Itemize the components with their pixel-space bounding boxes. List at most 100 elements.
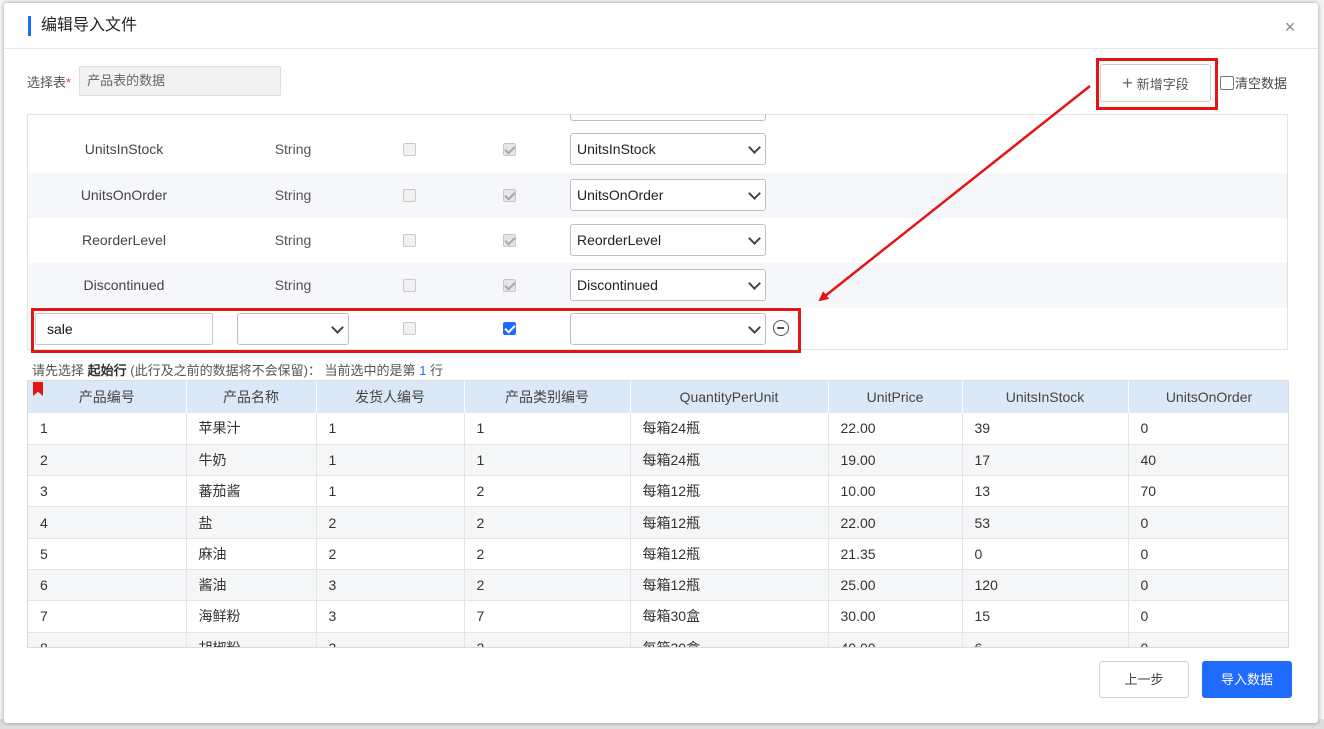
mapping-field-name: UnitsInStock [84, 141, 164, 157]
table-cell: 4 [28, 506, 187, 539]
table-cell: 牛奶 [186, 444, 317, 477]
import-data-button[interactable]: 导入数据 [1202, 661, 1292, 698]
table-cell: 麻油 [186, 538, 317, 570]
table-cell: 21.35 [828, 538, 963, 570]
table-cell: 2 [316, 538, 465, 570]
field-mapping-panel: UnitsInStock String UnitsInStock UnitsOn… [27, 114, 1288, 350]
preview-data-table: 产品编号 产品名称 发货人编号 产品类别编号 QuantityPerUnit U… [28, 381, 1288, 647]
table-row[interactable]: 1 苹果汁 1 1 每箱24瓶 22.00 39 0 [28, 413, 1288, 445]
table-cell: 5 [28, 538, 187, 570]
table-cell: 15 [962, 600, 1129, 633]
new-field-type-select[interactable] [237, 313, 349, 345]
table-cell: 53 [962, 506, 1129, 539]
new-field-target-select[interactable] [570, 313, 766, 345]
chevron-down-icon [748, 321, 761, 334]
column-header[interactable]: QuantityPerUnit [630, 381, 829, 413]
add-field-button[interactable]: + 新增字段 [1100, 64, 1211, 102]
primary-key-checkbox [403, 143, 416, 156]
clear-data-label: 清空数据 [1235, 76, 1288, 91]
table-cell: 25.00 [828, 569, 963, 602]
table-cell: 每箱24瓶 [630, 413, 829, 445]
table-cell: 7 [28, 600, 187, 633]
table-cell: 0 [962, 538, 1129, 570]
column-header[interactable]: 产品编号 [28, 381, 187, 413]
table-row[interactable]: 5 麻油 2 2 每箱12瓶 21.35 0 0 [28, 538, 1288, 570]
column-header[interactable]: 发货人编号 [316, 381, 465, 413]
table-row[interactable]: 4 盐 2 2 每箱12瓶 22.00 53 0 [28, 506, 1288, 539]
select-table-label: 选择表* [27, 74, 72, 90]
column-header[interactable]: UnitsInStock [962, 381, 1129, 413]
table-cell: 1 [464, 444, 631, 477]
table-row[interactable]: 8 胡椒粉 3 2 每箱30盒 40.00 6 0 [28, 632, 1288, 647]
table-cell: 2 [316, 506, 465, 539]
mapping-row: UnitsInStock String UnitsInStock [28, 127, 1287, 172]
add-field-label: 新增字段 [1136, 76, 1189, 92]
primary-key-checkbox [403, 234, 416, 247]
table-row[interactable]: 6 酱油 3 2 每箱12瓶 25.00 120 0 [28, 569, 1288, 602]
mapping-target-select[interactable]: Discontinued [570, 269, 766, 301]
table-row[interactable]: 2 牛奶 1 1 每箱24瓶 19.00 17 40 [28, 444, 1288, 477]
primary-key-checkbox[interactable] [403, 322, 416, 335]
table-cell: 17 [962, 444, 1129, 477]
clear-data-toggle[interactable]: 清空数据 [1220, 73, 1287, 92]
table-cell: 7 [464, 600, 631, 633]
table-cell: 0 [1128, 632, 1288, 647]
chevron-down-icon [331, 321, 344, 334]
table-cell: 蕃茄酱 [186, 475, 317, 508]
mapping-target-select[interactable]: UnitsInStock [570, 133, 766, 165]
table-header-row: 产品编号 产品名称 发货人编号 产品类别编号 QuantityPerUnit U… [28, 381, 1288, 413]
column-header[interactable]: 产品名称 [186, 381, 317, 413]
column-header[interactable]: UnitsOnOrder [1128, 381, 1288, 413]
table-cell: 海鲜粉 [186, 600, 317, 633]
mapping-row: Discontinued String Discontinued [28, 263, 1287, 308]
import-checkbox[interactable] [503, 322, 516, 335]
primary-key-checkbox [403, 189, 416, 202]
table-cell: 8 [28, 632, 187, 647]
import-checkbox [503, 279, 516, 292]
table-cell: 1 [464, 413, 631, 445]
table-cell: 40.00 [828, 632, 963, 647]
table-cell: 22.00 [828, 413, 963, 445]
new-field-name-input[interactable]: sale [35, 313, 213, 345]
mapping-target-select[interactable] [570, 115, 766, 121]
chevron-down-icon [748, 141, 761, 154]
table-cell: 39 [962, 413, 1129, 445]
table-cell: 2 [464, 632, 631, 647]
table-cell: 苹果汁 [186, 413, 317, 445]
table-cell: 每箱12瓶 [630, 506, 829, 539]
table-cell: 胡椒粉 [186, 632, 317, 647]
table-cell: 2 [464, 506, 631, 539]
previous-step-button[interactable]: 上一步 [1099, 661, 1189, 698]
table-cell: 13 [962, 475, 1129, 508]
table-cell: 2 [464, 569, 631, 602]
table-cell: 0 [1128, 538, 1288, 570]
table-row[interactable]: 7 海鲜粉 3 7 每箱30盒 30.00 15 0 [28, 600, 1288, 633]
table-cell: 1 [28, 413, 187, 445]
mapping-field-name: Discontinued [83, 277, 165, 293]
table-cell: 3 [316, 632, 465, 647]
table-cell: 30.00 [828, 600, 963, 633]
table-cell: 每箱12瓶 [630, 475, 829, 508]
primary-key-checkbox [403, 279, 416, 292]
import-checkbox [503, 143, 516, 156]
mapping-row: UnitsOnOrder String UnitsOnOrder [28, 173, 1287, 218]
table-cell: 盐 [186, 506, 317, 539]
column-header[interactable]: 产品类别编号 [464, 381, 631, 413]
table-cell: 3 [28, 475, 187, 508]
mapping-target-select[interactable]: ReorderLevel [570, 224, 766, 256]
table-row[interactable]: 3 蕃茄酱 1 2 每箱12瓶 10.00 13 70 [28, 475, 1288, 508]
close-icon[interactable]: × [1280, 17, 1300, 37]
mapping-target-select[interactable]: UnitsOnOrder [570, 179, 766, 211]
mapping-row: ReorderLevel String ReorderLevel [28, 218, 1287, 263]
remove-field-icon[interactable] [773, 320, 789, 336]
table-cell: 22.00 [828, 506, 963, 539]
bookmark-icon [33, 382, 43, 396]
table-cell: 2 [464, 538, 631, 570]
mapping-field-name: ReorderLevel [81, 232, 167, 248]
table-cell: 每箱12瓶 [630, 569, 829, 602]
column-header[interactable]: UnitPrice [828, 381, 963, 413]
import-checkbox [503, 189, 516, 202]
clear-data-checkbox[interactable] [1220, 75, 1234, 90]
select-table-row: 选择表* 产品表的数据 [27, 66, 282, 96]
table-cell: 120 [962, 569, 1129, 602]
